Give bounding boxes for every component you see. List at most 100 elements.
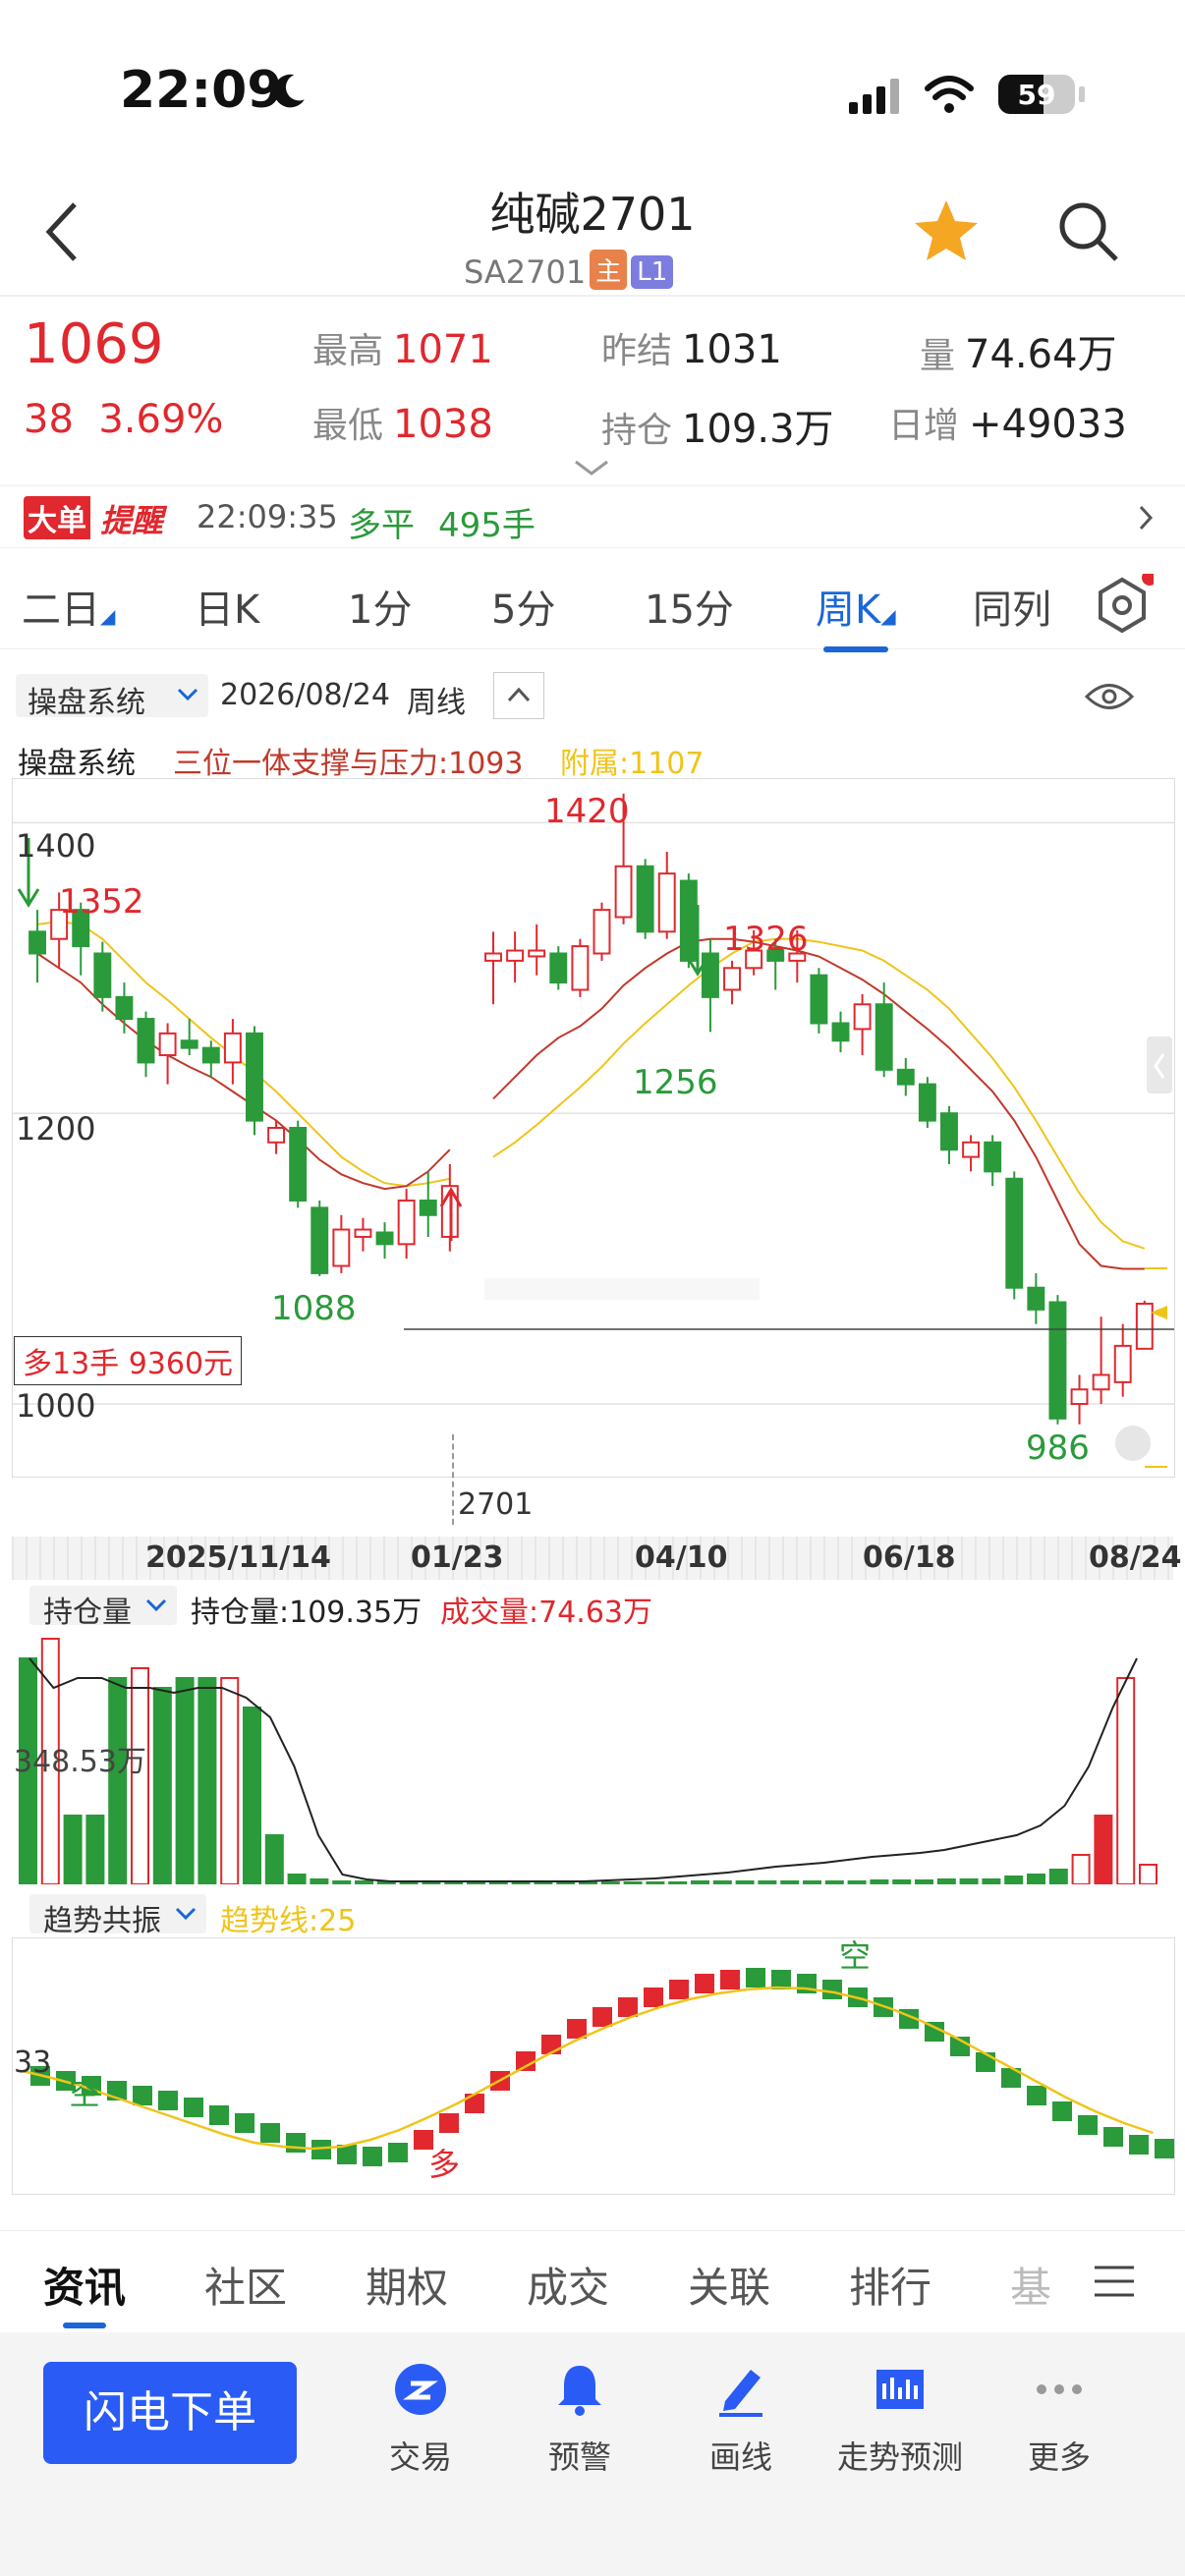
tab-weekly-k[interactable]: 周K◢	[816, 578, 896, 652]
candle	[223, 1019, 242, 1085]
candle	[375, 1222, 394, 1260]
candle	[701, 938, 719, 1033]
menu-icon[interactable]	[1093, 2265, 1136, 2298]
volume-bar	[556, 1881, 576, 1884]
collapse-button[interactable]	[493, 672, 544, 719]
trend-block	[388, 2143, 408, 2162]
tab-1min[interactable]: 1分	[348, 578, 412, 635]
expand-chevron-icon[interactable]	[574, 458, 609, 477]
trend-resonance-chart[interactable]	[12, 1937, 1175, 2195]
side-handle[interactable]	[1147, 1036, 1172, 1093]
cellular-icon	[849, 79, 899, 114]
trend-block	[286, 2133, 306, 2153]
volume-bar	[982, 1878, 1001, 1884]
volume-stat: 量 74.64万	[920, 322, 1117, 379]
high-value: 1071	[393, 327, 493, 372]
volume-bar	[444, 1881, 464, 1884]
dropdown-icon: ◢	[880, 604, 896, 628]
tab-trades[interactable]: 成交	[527, 2255, 609, 2315]
volume-bar	[847, 1880, 867, 1884]
price-change: 38 3.69%	[24, 397, 223, 442]
tab-two-day[interactable]: 二日◢	[22, 578, 115, 635]
settings-icon[interactable]	[1091, 574, 1154, 637]
annot-986: 986	[1026, 1428, 1090, 1468]
fullscreen-icon[interactable]	[1115, 1426, 1151, 1461]
tab-daily-k[interactable]: 日K	[195, 578, 259, 635]
dropdown-icon: ◢	[100, 604, 116, 628]
tab-fundamental[interactable]: 基	[1010, 2255, 1051, 2315]
candle	[28, 910, 47, 983]
trend-block	[235, 2113, 254, 2133]
volume-bar	[1004, 1876, 1024, 1884]
trend-block	[1129, 2135, 1149, 2155]
system-selector[interactable]: 操盘系统	[16, 674, 208, 720]
trend-block	[209, 2105, 229, 2125]
oi-legend: 持仓量:109.35万	[191, 1596, 423, 1630]
chevron-up-icon	[507, 687, 531, 702]
candle	[201, 1040, 220, 1078]
volume-bar	[623, 1881, 643, 1884]
forecast-button[interactable]: 走势预测	[821, 2360, 979, 2478]
alert-button[interactable]: 预警	[501, 2360, 658, 2478]
more-label: 更多	[1027, 2438, 1091, 2476]
volume-bar	[646, 1881, 665, 1884]
alert-badge-right: 提醒	[100, 502, 164, 539]
trend-selector[interactable]: 趋势共振	[29, 1894, 206, 1938]
tab-community[interactable]: 社区	[204, 2255, 287, 2315]
eye-icon[interactable]	[1085, 680, 1134, 713]
status-time: 22:09	[120, 61, 283, 120]
position-tag[interactable]: 多13手 9360元	[14, 1336, 243, 1385]
volume-bar	[668, 1881, 688, 1884]
chevron-down-icon	[145, 1598, 167, 1612]
tab-news[interactable]: 资讯	[43, 2255, 126, 2328]
candle	[810, 968, 828, 1034]
volume-bar	[287, 1874, 307, 1884]
vol-label: 量	[920, 336, 956, 376]
y-label-1200: 1200	[16, 1110, 96, 1148]
tab-same-list[interactable]: 同列	[973, 578, 1051, 635]
candle	[1027, 1272, 1045, 1324]
bell-icon	[558, 2366, 601, 2416]
volume-bar	[870, 1879, 889, 1884]
volume-bar	[915, 1879, 933, 1884]
candle	[93, 941, 112, 1012]
candle	[1048, 1295, 1067, 1425]
daily-change-stat: 日增 +49033	[888, 397, 1127, 448]
chart-period: 周线	[407, 686, 466, 720]
forecast-label: 走势预测	[836, 2438, 963, 2476]
oi-selector[interactable]: 持仓量	[29, 1586, 177, 1630]
star-icon[interactable]	[912, 196, 981, 265]
x-label-3: 04/10	[635, 1540, 728, 1575]
x-label-1: 2025/11/14	[145, 1540, 331, 1575]
flash-order-button[interactable]: 闪电下单	[43, 2362, 297, 2464]
more-button[interactable]: 更多	[981, 2360, 1138, 2478]
trend-block	[567, 2019, 587, 2039]
trade-button[interactable]: 交易	[342, 2360, 499, 2478]
x-label-2: 01/23	[411, 1540, 504, 1575]
tab-related[interactable]: 关联	[688, 2255, 770, 2315]
annot-1088: 1088	[271, 1289, 357, 1328]
tab-5min[interactable]: 5分	[491, 578, 555, 635]
candle	[592, 902, 611, 961]
volume-bar	[892, 1879, 912, 1884]
big-order-alert[interactable]: 大单 提醒 22:09:35 多平 495手	[0, 485, 1185, 548]
volume-bar	[511, 1881, 531, 1884]
tab-15min[interactable]: 15分	[645, 578, 734, 635]
level-tag: L1	[631, 255, 674, 289]
trend-block	[184, 2098, 203, 2117]
volume-bar	[735, 1880, 755, 1884]
trend-line-legend: 趋势线:25	[220, 1904, 357, 1938]
volume-bar	[175, 1677, 195, 1884]
tab-ranking[interactable]: 排行	[849, 2255, 931, 2315]
volume-oi-chart[interactable]	[12, 1629, 1173, 1884]
change-value: 38	[24, 397, 74, 442]
signal-kong-2: 空	[839, 1937, 872, 1975]
candle	[484, 931, 502, 1005]
trade-label: 交易	[388, 2438, 452, 2476]
tab-options[interactable]: 期权	[366, 2255, 448, 2315]
candle	[397, 1189, 416, 1260]
draw-button[interactable]: 画线	[662, 2360, 819, 2478]
oi-selector-label: 持仓量	[43, 1596, 132, 1630]
search-icon[interactable]	[1055, 198, 1120, 263]
trend-block	[618, 1997, 638, 2017]
